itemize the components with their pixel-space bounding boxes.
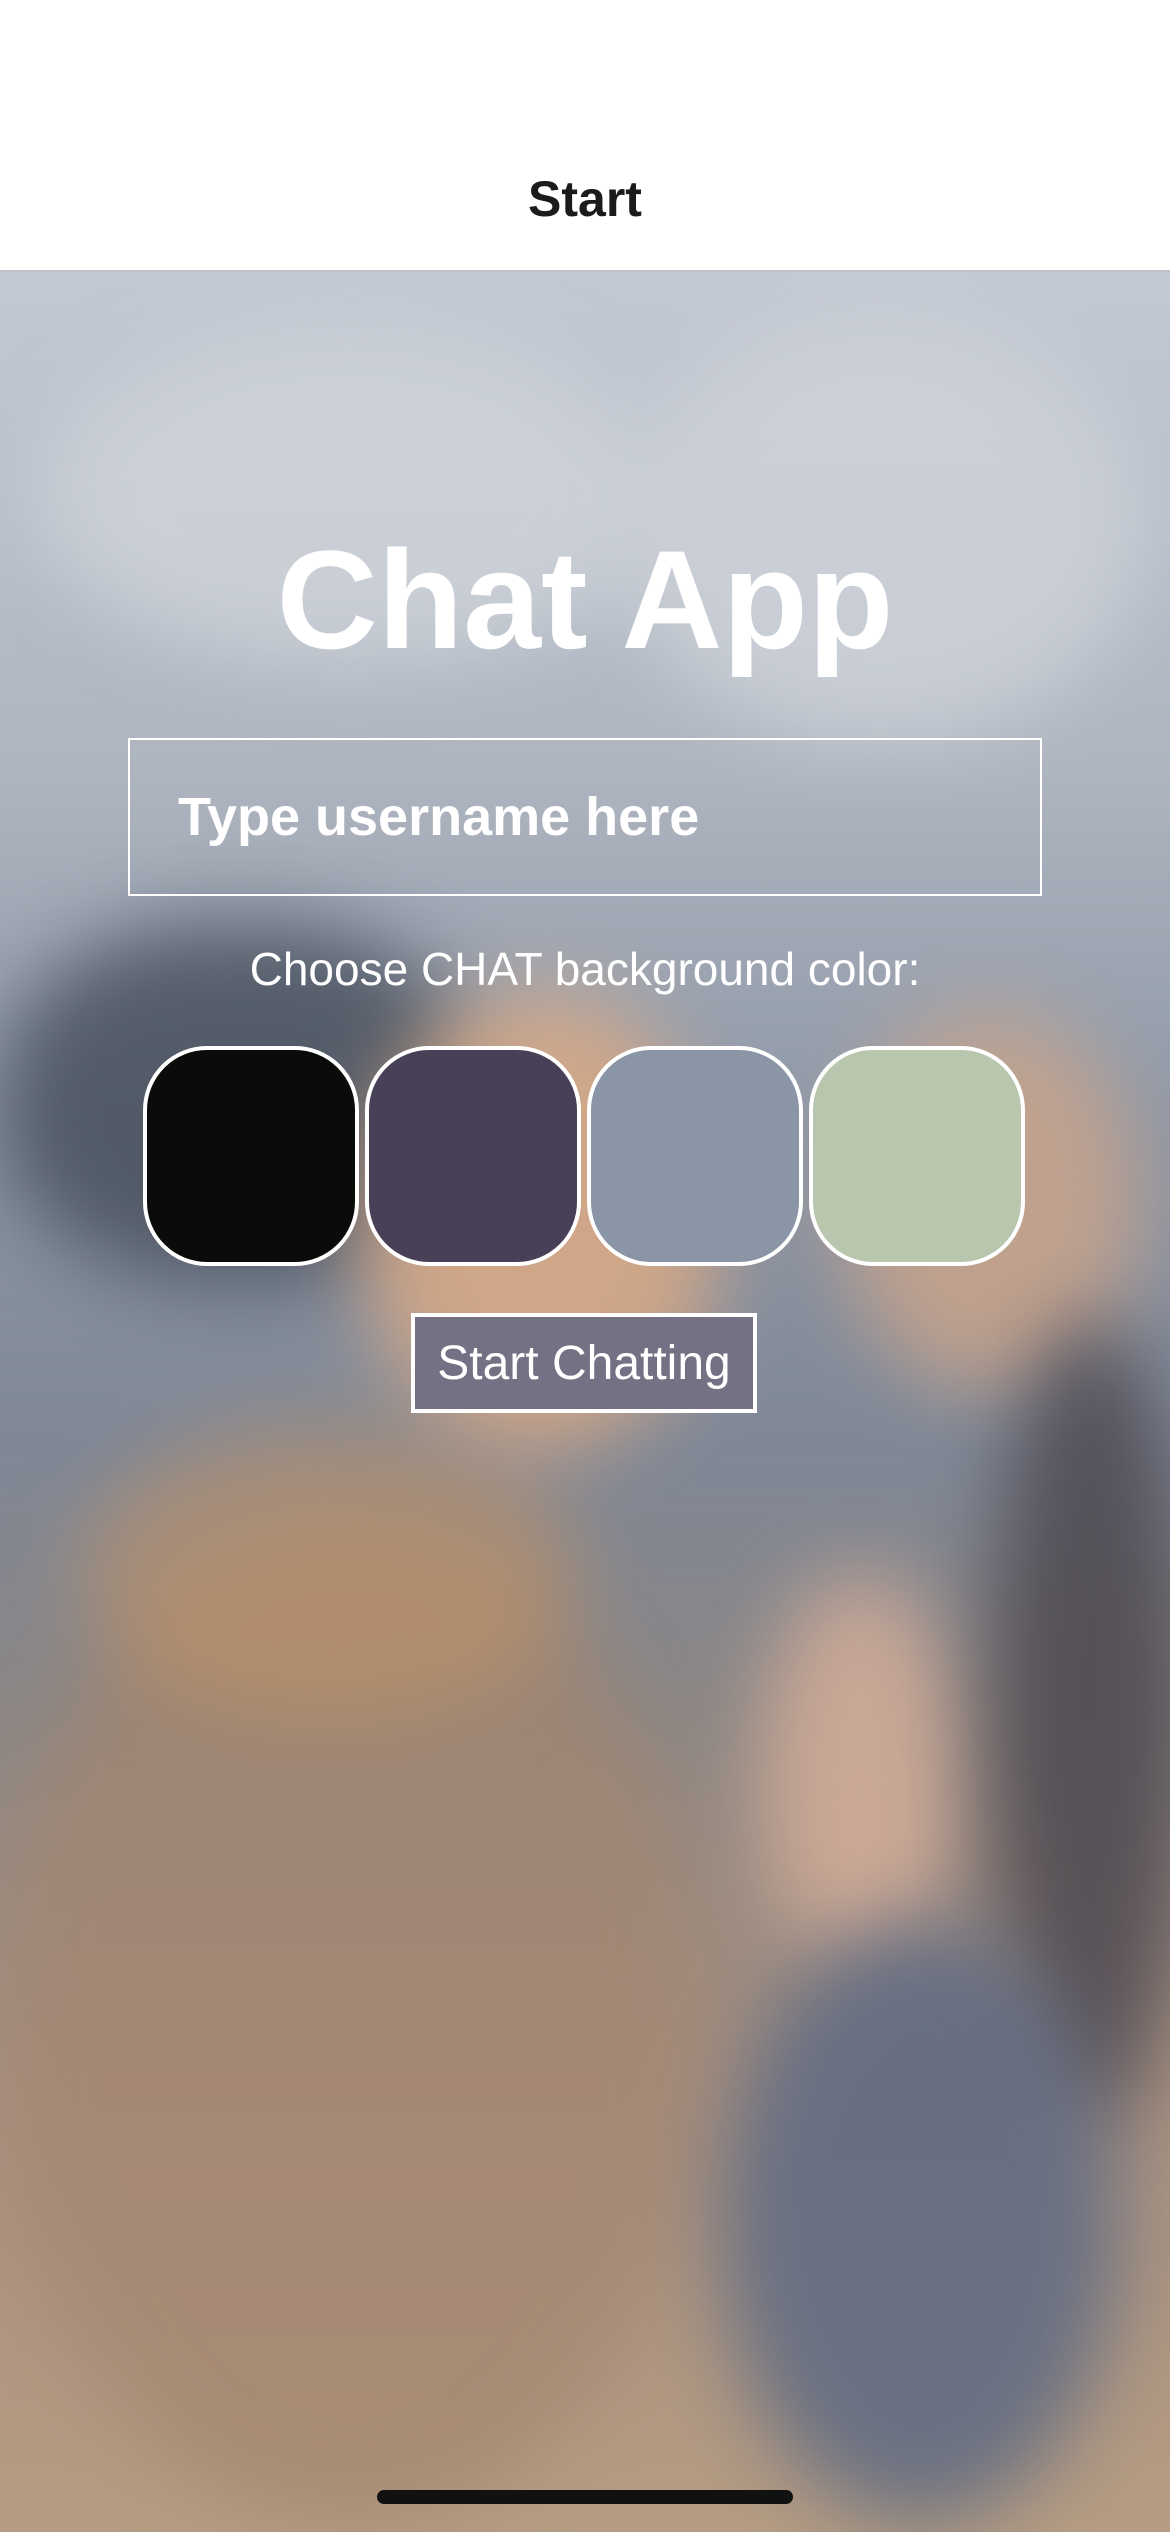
home-indicator[interactable] [377, 2490, 793, 2504]
nav-title: Start [528, 171, 642, 227]
username-input[interactable] [128, 738, 1042, 896]
app-title: Chat App [276, 521, 894, 678]
navigation-bar: Start [0, 0, 1170, 272]
color-swatch-dark-purple[interactable] [365, 1046, 581, 1266]
color-swatch-sage-green[interactable] [809, 1046, 1025, 1266]
start-chatting-button[interactable]: Start Chatting [411, 1313, 757, 1413]
color-swatch-row [143, 1046, 1027, 1268]
color-swatch-black[interactable] [143, 1046, 359, 1266]
color-choice-label: Choose CHAT background color: [249, 943, 921, 995]
color-swatch-slate-gray[interactable] [587, 1046, 803, 1266]
start-screen: Start Chat App Choose CHAT background co… [0, 0, 1170, 2532]
